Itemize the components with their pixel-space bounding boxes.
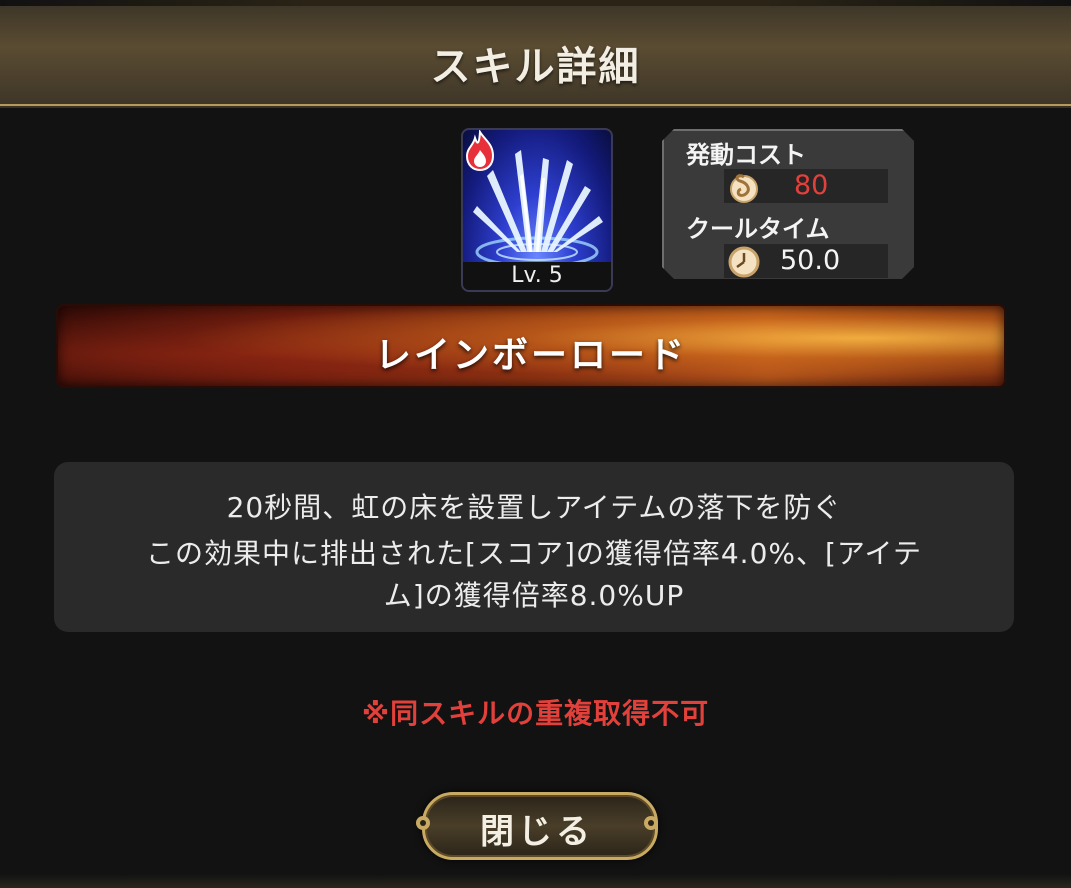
description-line-3: ム]の獲得倍率8.0%UP [383,579,685,612]
dialog-title: スキル詳細 [430,44,641,90]
dialog-header: スキル詳細 [0,0,1071,106]
duplicate-warning: ※同スキルの重複取得不可 [361,697,710,730]
clock-icon [728,246,760,278]
swirl-icon [730,174,758,203]
skill-icon: Lv. 5 [461,128,613,292]
skill-description: 20秒間、虹の床を設置しアイテムの落下を防ぐ この効果中に排出された[スコア]の… [54,462,1014,632]
skill-name-banner: レインボーロード [58,306,1004,386]
cost-label: 発動コスト [686,141,806,169]
description-line-2: この効果中に排出された[スコア]の獲得倍率4.0%、[アイテ [146,537,922,570]
cost-value: 80 [794,170,829,201]
description-line-1: 20秒間、虹の床を設置しアイテムの落下を防ぐ [226,491,842,524]
skill-detail-dialog: スキル詳細 Lv. 5 発動コスト 80 クールタイム 50.0 レインボーロー… [0,0,1071,888]
skill-level: Lv. 5 [463,262,611,290]
close-button-label: 閉じる [480,812,594,852]
fire-icon [465,130,495,172]
dialog-bottom-edge [0,874,1071,888]
close-button[interactable]: 閉じる [410,788,664,860]
skill-stats-panel: 発動コスト 80 クールタイム 50.0 [662,129,914,279]
cooltime-label: クールタイム [686,215,830,243]
skill-name: レインボーロード [374,335,687,376]
cooltime-value: 50.0 [780,245,841,276]
